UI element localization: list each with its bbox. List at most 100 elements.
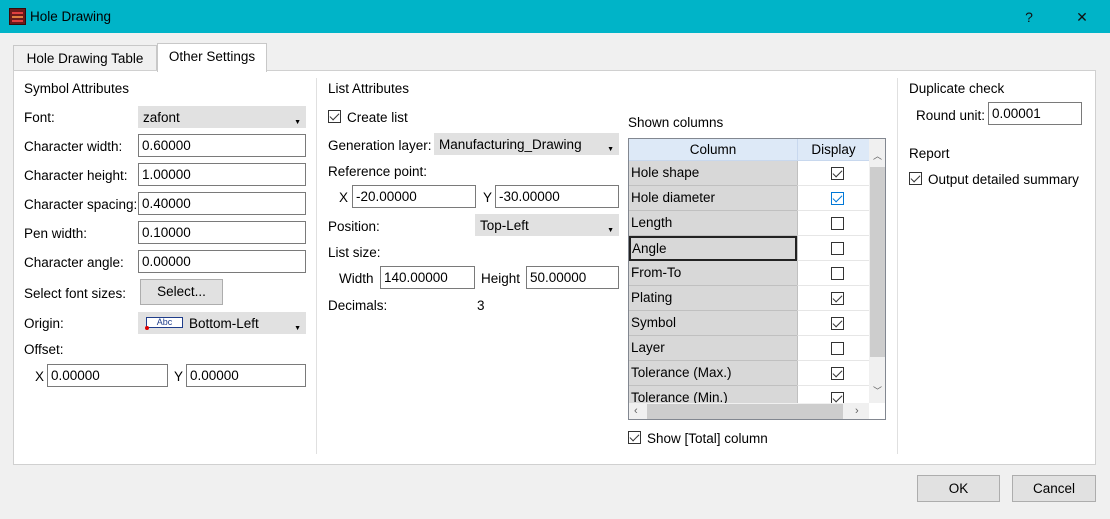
row-name: Tolerance (Max.) xyxy=(629,361,797,386)
column-header-name[interactable]: Column xyxy=(629,139,797,161)
row-name: Symbol xyxy=(629,311,797,336)
table-row[interactable]: Length xyxy=(629,211,869,236)
row-name: Plating xyxy=(629,286,797,311)
dropdown-arrow-icon: ▼ xyxy=(607,146,614,153)
row-name: Hole shape xyxy=(629,161,797,186)
scroll-thumb[interactable] xyxy=(647,404,843,419)
display-checkbox[interactable] xyxy=(831,292,844,305)
offset-y-input[interactable]: 0.00000 xyxy=(186,364,306,387)
window-title: Hole Drawing xyxy=(30,9,112,24)
round-unit-label: Round unit: xyxy=(916,108,986,123)
font-value: zafont xyxy=(143,110,180,125)
char-spacing-input[interactable]: 0.40000 xyxy=(138,192,306,215)
position-value: Top-Left xyxy=(480,218,529,233)
decimals-label: Decimals: xyxy=(328,298,388,313)
row-name: Length xyxy=(629,211,797,236)
row-name: Hole diameter xyxy=(629,186,797,211)
position-select[interactable]: Top-Left ▼ xyxy=(475,214,619,236)
height-input[interactable]: 50.00000 xyxy=(526,266,619,289)
table-row[interactable]: Hole diameter xyxy=(629,186,869,211)
display-checkbox[interactable] xyxy=(831,167,844,180)
display-checkbox[interactable] xyxy=(831,267,844,280)
separator xyxy=(316,78,317,454)
offset-y-label: Y xyxy=(174,369,184,384)
char-width-input[interactable]: 0.60000 xyxy=(138,134,306,157)
char-angle-label: Character angle: xyxy=(24,255,124,270)
column-header-display[interactable]: Display xyxy=(797,139,869,161)
decimals-value: 3 xyxy=(477,298,485,313)
tab-hole-drawing-table[interactable]: Hole Drawing Table xyxy=(13,45,157,71)
offset-x-label: X xyxy=(35,369,45,384)
close-icon[interactable]: ✕ xyxy=(1067,6,1097,28)
scroll-up-icon[interactable]: ︿ xyxy=(873,149,882,162)
help-icon[interactable]: ? xyxy=(1014,6,1044,28)
row-name: From-To xyxy=(629,261,797,286)
position-label: Position: xyxy=(328,219,380,234)
select-font-sizes-button[interactable]: Select... xyxy=(140,279,223,305)
scroll-down-icon[interactable]: ﹀ xyxy=(873,384,882,397)
char-angle-input[interactable]: 0.00000 xyxy=(138,250,306,273)
table-row[interactable]: Plating xyxy=(629,286,869,311)
gen-layer-select[interactable]: Manufacturing_Drawing ▼ xyxy=(434,133,619,155)
width-label: Width xyxy=(339,271,374,286)
create-list-label: Create list xyxy=(347,110,408,125)
round-unit-input[interactable]: 0.00001 xyxy=(988,102,1082,125)
list-size-label: List size: xyxy=(328,245,381,260)
gen-layer-value: Manufacturing_Drawing xyxy=(439,137,582,152)
show-total-label: Show [Total] column xyxy=(647,431,768,446)
title-bar xyxy=(0,0,1110,33)
table-row[interactable]: Hole shape xyxy=(629,161,869,186)
ref-x-input[interactable]: -20.00000 xyxy=(352,185,476,208)
detailed-summary-checkbox[interactable] xyxy=(909,172,922,185)
display-checkbox[interactable] xyxy=(831,192,844,205)
tab-other-settings[interactable]: Other Settings xyxy=(157,43,267,72)
char-width-label: Character width: xyxy=(24,139,123,154)
scroll-left-icon[interactable]: ‹ xyxy=(634,405,638,417)
report-section-title: Report xyxy=(909,146,950,161)
offset-x-input[interactable]: 0.00000 xyxy=(47,364,168,387)
display-checkbox[interactable] xyxy=(831,367,844,380)
vertical-scrollbar[interactable]: ︿ ﹀ xyxy=(869,139,885,403)
horizontal-scrollbar[interactable]: ‹ › xyxy=(629,403,869,419)
table-row[interactable]: Tolerance (Max.) xyxy=(629,361,869,386)
display-checkbox[interactable] xyxy=(831,317,844,330)
detailed-summary-label: Output detailed summary xyxy=(928,172,1079,187)
display-checkbox[interactable] xyxy=(831,342,844,355)
symbol-section-title: Symbol Attributes xyxy=(24,81,130,96)
duplicate-section-title: Duplicate check xyxy=(909,81,1005,96)
ref-x-label: X xyxy=(339,190,349,205)
scroll-right-icon[interactable]: › xyxy=(855,405,859,417)
pen-width-label: Pen width: xyxy=(24,226,88,241)
table-row[interactable]: Symbol xyxy=(629,311,869,336)
separator xyxy=(897,78,898,454)
char-height-input[interactable]: 1.00000 xyxy=(138,163,306,186)
app-icon xyxy=(9,8,26,25)
show-total-checkbox[interactable] xyxy=(628,431,641,444)
dropdown-arrow-icon: ▼ xyxy=(294,325,301,332)
list-section-title: List Attributes xyxy=(328,81,410,96)
table-row[interactable]: Layer xyxy=(629,336,869,361)
table-row[interactable]: Angle xyxy=(629,236,869,261)
scroll-thumb[interactable] xyxy=(870,167,885,357)
create-list-checkbox[interactable] xyxy=(328,110,341,123)
columns-grid[interactable]: Column Display Hole shape Hole diameter … xyxy=(628,138,886,420)
display-checkbox[interactable] xyxy=(831,217,844,230)
origin-value: Bottom-Left xyxy=(189,316,259,331)
width-input[interactable]: 140.00000 xyxy=(380,266,475,289)
row-name: Layer xyxy=(629,336,797,361)
table-row[interactable]: From-To xyxy=(629,261,869,286)
font-sizes-label: Select font sizes: xyxy=(24,286,127,301)
origin-preview-icon: Abc xyxy=(146,317,183,328)
origin-select[interactable]: Abc Bottom-Left ▼ xyxy=(138,312,306,334)
height-label: Height xyxy=(481,271,521,286)
font-label: Font: xyxy=(24,110,55,125)
row-name: Angle xyxy=(629,236,797,261)
char-height-label: Character height: xyxy=(24,168,128,183)
pen-width-input[interactable]: 0.10000 xyxy=(138,221,306,244)
offset-label: Offset: xyxy=(24,342,64,357)
display-checkbox[interactable] xyxy=(831,242,844,255)
cancel-button[interactable]: Cancel xyxy=(1012,475,1096,502)
ref-y-input[interactable]: -30.00000 xyxy=(495,185,619,208)
font-select[interactable]: zafont ▼ xyxy=(138,106,306,128)
ok-button[interactable]: OK xyxy=(917,475,1000,502)
